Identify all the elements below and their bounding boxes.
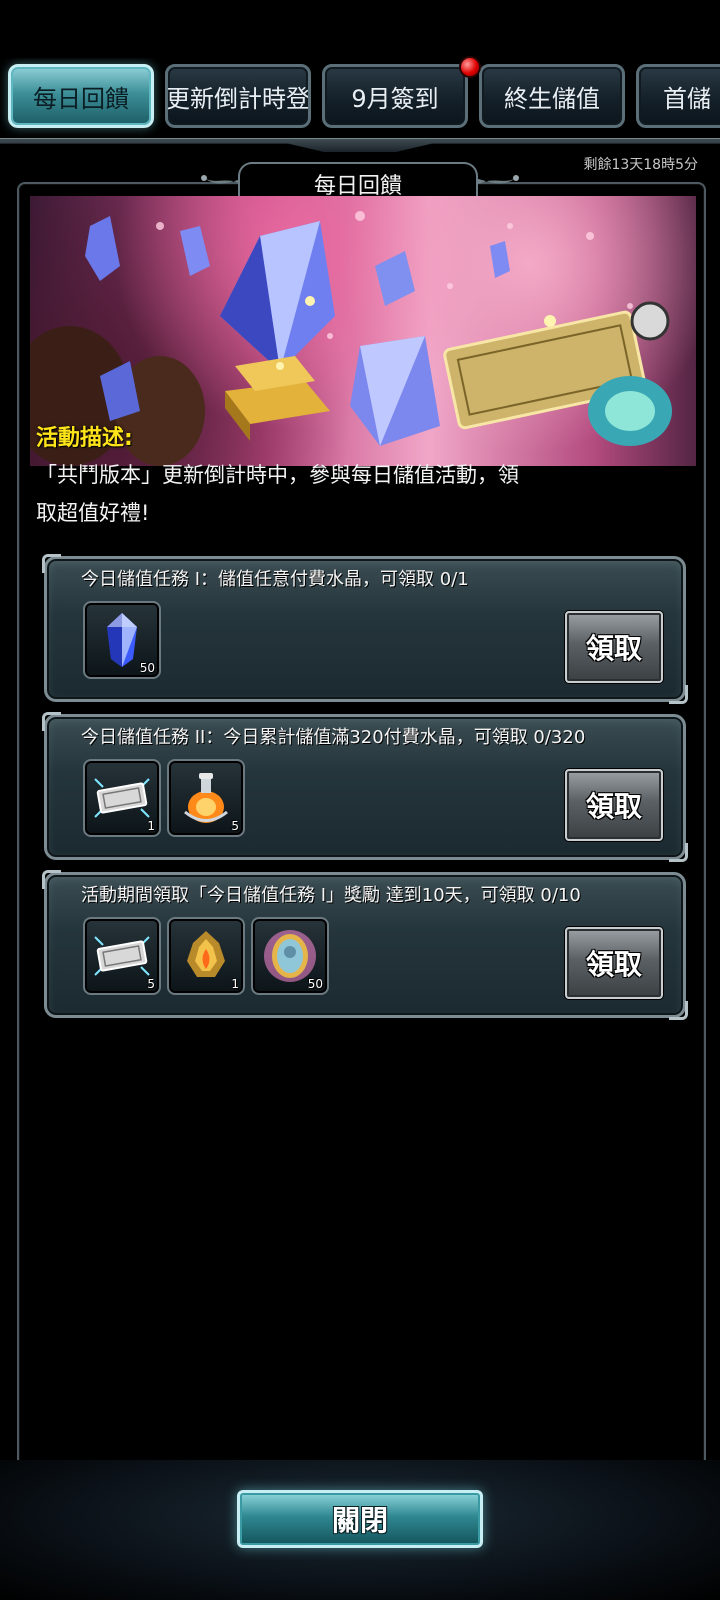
reward-item[interactable]: 5 [83,917,161,995]
item-quantity: 5 [147,977,155,991]
task-title: 今日儲值任務 II：今日累計儲值滿320付費水晶，可領取 0/320 [81,727,586,748]
close-button[interactable]: 關閉 [237,1490,483,1548]
item-quantity: 1 [231,977,239,991]
description-text: 「共鬥版本」更新倒計時中，參與每日儲值活動，領取超值好禮! [36,463,519,525]
tab-lifetime-topup[interactable]: 終生儲值 [479,64,625,128]
task-title: 今日儲值任務 I：儲值任意付費水晶，可領取 0/1 [81,569,469,590]
description-title: 活動描述: [36,426,133,451]
ticket-icon [94,778,150,818]
tab-label: 首儲 [663,84,711,113]
tab-update-countdown[interactable]: 更新倒計時登 [165,64,311,128]
tab-first-topup[interactable]: 首儲 [636,64,720,128]
tab-label: 終生儲值 [504,84,600,113]
task-card-streak-10-days: 活動期間領取「今日儲值任務 I」獎勵 達到10天，可領取 0/10 5 1 50… [42,870,688,1020]
reward-items: 5 1 50 [83,917,329,995]
reward-item[interactable]: 1 [83,759,161,837]
tab-label: 更新倒計時登 [166,84,310,113]
task-card-daily-topup-2: 今日儲值任務 II：今日累計儲值滿320付費水晶，可領取 0/320 1 5 領… [42,712,688,862]
claim-button[interactable]: 領取 [565,611,663,683]
task-card-daily-topup-1: 今日儲值任務 I：儲值任意付費水晶，可領取 0/1 50 領取 [42,554,688,704]
item-quantity: 1 [147,819,155,833]
potion-icon [184,773,228,823]
tab-september-signin[interactable]: 9月簽到 [322,64,468,128]
item-quantity: 50 [139,661,155,675]
reward-item[interactable]: 1 [167,917,245,995]
reward-items: 1 5 [83,759,245,837]
tab-label: 每日回饋 [33,84,129,113]
item-quantity: 5 [231,819,239,833]
claim-button[interactable]: 領取 [565,769,663,841]
tab-label: 9月簽到 [351,84,439,113]
golden-relic-icon [187,931,225,977]
reward-item[interactable]: 50 [251,917,329,995]
tab-divider [0,138,720,152]
notification-badge [459,56,481,78]
tab-daily-rewards[interactable]: 每日回饋 [8,64,154,128]
task-title: 活動期間領取「今日儲值任務 I」獎勵 達到10天，可領取 0/10 [81,885,581,906]
tab-bar: 每日回饋 更新倒計時登 9月簽到 終生儲值 首儲 [0,58,720,138]
reward-items: 50 [83,601,161,679]
reward-item[interactable]: 5 [167,759,245,837]
reward-item[interactable]: 50 [83,601,161,679]
ticket-icon [94,936,150,976]
claim-button[interactable]: 領取 [565,927,663,999]
item-quantity: 50 [307,977,323,991]
remaining-time: 剩餘13天18時5分 [583,157,698,173]
